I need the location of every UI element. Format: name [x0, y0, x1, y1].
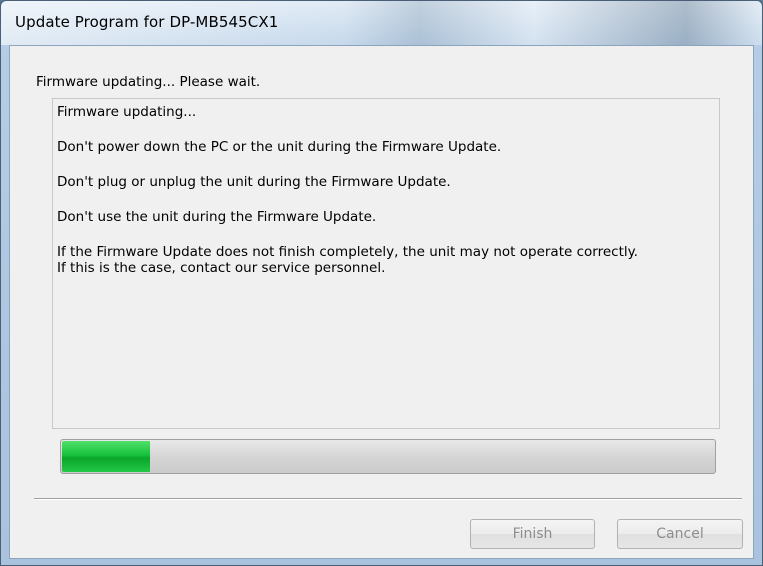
progress-bar-fill — [62, 441, 150, 472]
message-line: Don't use the unit during the Firmware U… — [57, 209, 377, 225]
message-line: Firmware updating... — [57, 104, 197, 120]
status-label: Firmware updating... Please wait. — [36, 74, 261, 90]
message-line: If this is the case, contact our service… — [57, 260, 386, 276]
cancel-button[interactable]: Cancel — [617, 519, 743, 549]
message-box: Firmware updating... Don't power down th… — [52, 98, 720, 429]
message-line: Don't power down the PC or the unit duri… — [57, 139, 502, 155]
separator-line — [34, 498, 742, 500]
dialog-client-area: Firmware updating... Please wait. Firmwa… — [9, 45, 754, 559]
progress-bar — [60, 439, 716, 474]
message-line: If the Firmware Update does not finish c… — [57, 244, 638, 260]
title-bar[interactable]: Update Program for DP-MB545CX1 — [1, 1, 762, 45]
update-program-window: Update Program for DP-MB545CX1 Firmware … — [0, 0, 763, 566]
message-line: Don't plug or unplug the unit during the… — [57, 174, 451, 190]
window-title: Update Program for DP-MB545CX1 — [15, 13, 279, 31]
finish-button[interactable]: Finish — [470, 519, 595, 549]
